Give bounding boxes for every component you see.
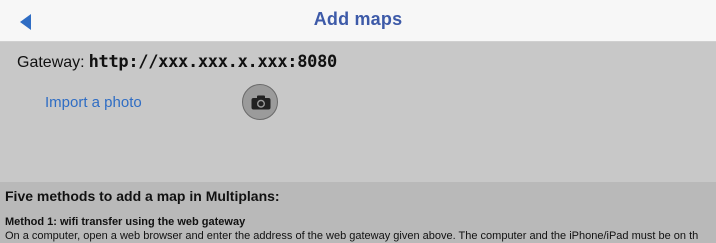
methods-section: Five methods to add a map in Multiplans:… [0,182,716,243]
camera-button[interactable] [242,84,278,120]
gateway-label: Gateway: [17,54,85,71]
method1-description: On a computer, open a web browser and en… [5,230,699,242]
gateway-url: http://xxx.xxx.x.xxx:8080 [88,52,338,72]
method1-title: Method 1: wifi transfer using the web ga… [5,216,246,228]
gateway-line: Gateway: http://xxx.xxx.x.xxx:8080 [17,52,337,72]
gateway-panel: Gateway: http://xxx.xxx.x.xxx:8080 Import… [0,42,716,182]
methods-heading: Five methods to add a map in Multiplans: [5,188,280,204]
import-photo-link[interactable]: Import a photo [45,94,142,111]
page-title: Add maps [313,9,403,29]
camera-icon [251,95,271,110]
navigation-bar: Add maps [0,0,716,42]
